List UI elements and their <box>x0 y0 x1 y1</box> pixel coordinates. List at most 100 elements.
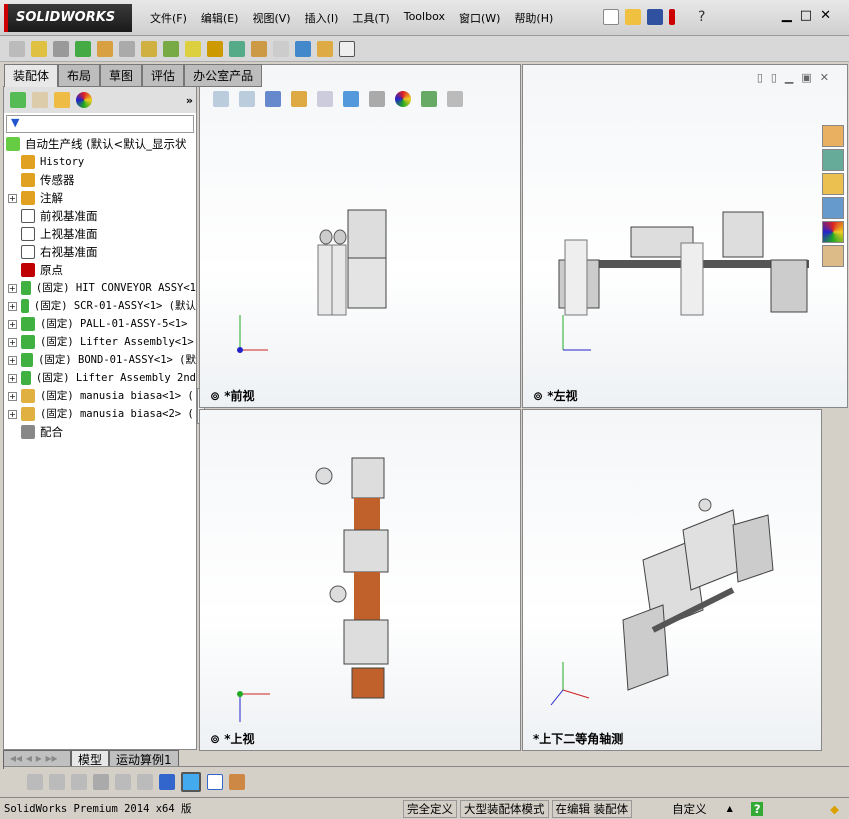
design-library-icon[interactable] <box>822 149 844 171</box>
feature-tree-icon[interactable] <box>10 92 26 108</box>
solidworks-resources-icon[interactable] <box>822 125 844 147</box>
move-component-icon[interactable] <box>119 40 135 57</box>
smart-fasteners-icon[interactable] <box>97 40 113 57</box>
help-icon[interactable]: ? <box>698 9 714 25</box>
units-custom[interactable]: 自定义 <box>672 801 707 817</box>
snapshot-icon[interactable] <box>339 40 355 57</box>
tree-item[interactable]: + (固定) PALL-01-ASSY-5<1> <box>4 315 196 333</box>
toolbar-icon-5[interactable] <box>115 773 131 790</box>
configuration-manager-icon[interactable] <box>54 92 70 108</box>
exploded-view-icon[interactable] <box>251 40 267 57</box>
tree-item[interactable]: + (固定) HIT CONVEYOR ASSY<1 <box>4 279 196 297</box>
new-part-icon[interactable] <box>31 40 47 57</box>
tree-item-icon <box>21 389 35 403</box>
expand-chevron-icon[interactable]: » <box>186 94 193 107</box>
view-palette-icon[interactable] <box>822 197 844 219</box>
quick-tips-icon[interactable]: ? <box>750 801 764 816</box>
new-motion-study-icon[interactable] <box>207 40 223 57</box>
tag-icon[interactable]: ◆ <box>830 802 839 816</box>
view-label-isometric: *上下二等角轴测 <box>533 730 623 747</box>
toolbar-icon-6[interactable] <box>137 773 153 790</box>
minimize-icon[interactable]: ▁ <box>782 8 800 23</box>
expand-icon[interactable]: + <box>8 337 17 347</box>
tab-sketch[interactable]: 草图 <box>100 64 143 87</box>
linear-pattern-icon[interactable] <box>75 40 91 57</box>
tree-item-label: (固定) BOND-01-ASSY<1> (默 <box>38 354 196 366</box>
viewport-isometric[interactable]: *上下二等角轴测 <box>522 409 822 751</box>
menu-view[interactable]: 视图(V) <box>252 10 290 26</box>
property-manager-icon[interactable] <box>32 92 48 108</box>
tab-evaluate[interactable]: 评估 <box>142 64 185 87</box>
menu-help[interactable]: 帮助(H) <box>514 10 553 26</box>
tree-item[interactable]: 原点 <box>4 261 196 279</box>
tree-item[interactable]: 右视基准面 <box>4 243 196 261</box>
expand-icon[interactable]: + <box>8 283 17 293</box>
open-icon[interactable] <box>625 9 641 25</box>
motion-toolbar <box>4 766 849 796</box>
tree-item[interactable]: 配合 <box>4 423 196 441</box>
tree-item[interactable]: + (固定) manusia biasa<2> ( <box>4 405 196 423</box>
custom-properties-icon[interactable] <box>822 245 844 267</box>
viewport-front[interactable]: ⊚ *前视 <box>199 64 521 408</box>
tree-item[interactable]: + (固定) Lifter Assembly 2nd <box>4 369 196 387</box>
tree-item[interactable]: 上视基准面 <box>4 225 196 243</box>
toolbar-icon-1[interactable] <box>27 773 43 790</box>
tree-root[interactable]: 自动生产线 (默认<默认_显示状 <box>4 135 196 153</box>
menu-file[interactable]: 文件(F) <box>150 10 187 26</box>
show-hidden-icon[interactable] <box>141 40 157 57</box>
tab-office-products[interactable]: 办公室产品 <box>184 64 263 87</box>
viewport-top[interactable]: ⊚ *上视 <box>199 409 521 751</box>
insert-component-icon[interactable] <box>9 40 25 57</box>
save-icon[interactable] <box>647 9 663 25</box>
tree-item[interactable]: 传感器 <box>4 171 196 189</box>
menu-tools[interactable]: 工具(T) <box>352 10 389 26</box>
appearances-icon[interactable] <box>822 221 844 243</box>
reference-geometry-icon[interactable] <box>185 40 201 57</box>
explode-line-icon[interactable] <box>273 40 289 57</box>
isometric-view-model <box>550 498 774 706</box>
toolbar-icon-3[interactable] <box>71 773 87 790</box>
menu-insert[interactable]: 插入(I) <box>305 10 339 26</box>
tree-item[interactable]: + (固定) Lifter Assembly<1> <box>4 333 196 351</box>
menu-window[interactable]: 窗口(W) <box>459 10 500 26</box>
expand-icon[interactable]: + <box>8 373 17 383</box>
shaded-view-icon[interactable] <box>181 771 201 792</box>
edit-icon[interactable] <box>229 773 245 790</box>
tree-item[interactable]: + (固定) manusia biasa<1> ( <box>4 387 196 405</box>
expand-icon[interactable]: + <box>8 193 17 203</box>
tree-item[interactable]: + 注解 <box>4 189 196 207</box>
maximize-icon[interactable]: □ <box>800 8 820 23</box>
units-arrow-icon[interactable]: ▲ <box>727 804 733 813</box>
filter-input[interactable]: ▼ <box>6 115 194 133</box>
close-icon[interactable]: ✕ <box>820 8 839 23</box>
table-icon[interactable] <box>207 773 223 790</box>
speedpak-icon[interactable] <box>317 40 333 57</box>
expand-icon[interactable]: + <box>8 409 17 419</box>
expand-icon[interactable]: + <box>8 301 17 311</box>
expand-icon[interactable]: + <box>8 355 17 365</box>
menu-edit[interactable]: 编辑(E) <box>201 10 239 26</box>
file-explorer-icon[interactable] <box>822 173 844 195</box>
expand-icon[interactable]: + <box>8 319 17 329</box>
tab-assembly[interactable]: 装配体 <box>4 64 59 87</box>
rebuild-icon[interactable] <box>669 9 675 25</box>
tree-item[interactable]: + (固定) SCR-01-ASSY<1> (默认 <box>4 297 196 315</box>
tab-layout[interactable]: 布局 <box>58 64 101 87</box>
tree-item[interactable]: History <box>4 153 196 171</box>
expand-icon[interactable]: + <box>8 391 17 401</box>
new-document-icon[interactable] <box>603 9 619 25</box>
coordinate-system-icon[interactable] <box>159 773 175 790</box>
menu-toolbox[interactable]: Toolbox <box>404 10 445 26</box>
toolbar-icon-2[interactable] <box>49 773 65 790</box>
tree-item-icon <box>20 353 34 367</box>
assembly-toolbar <box>0 36 849 62</box>
tree-item[interactable]: + (固定) BOND-01-ASSY<1> (默 <box>4 351 196 369</box>
toolbar-icon-4[interactable] <box>93 773 109 790</box>
mate-icon[interactable] <box>53 40 69 57</box>
viewport-left[interactable]: ▯▯▁▣✕ ⊚ *左视 <box>522 64 848 408</box>
instant3d-icon[interactable] <box>295 40 311 57</box>
display-manager-icon[interactable] <box>76 92 92 108</box>
tree-item[interactable]: 前视基准面 <box>4 207 196 225</box>
bill-of-materials-icon[interactable] <box>229 40 245 57</box>
assembly-features-icon[interactable] <box>163 40 179 57</box>
